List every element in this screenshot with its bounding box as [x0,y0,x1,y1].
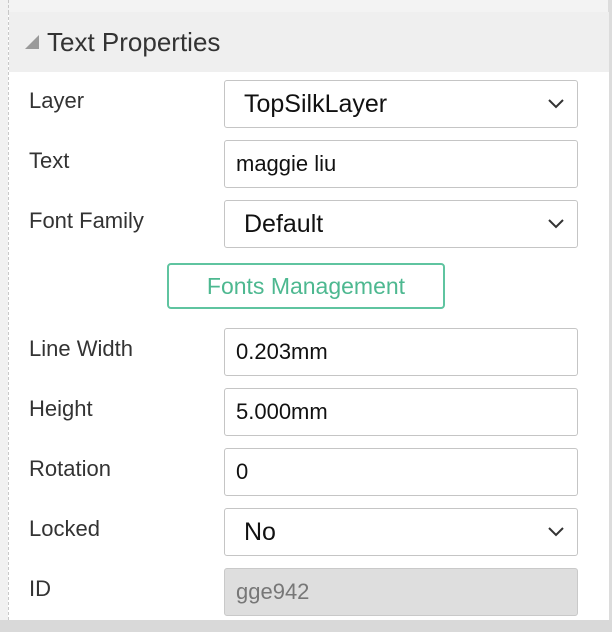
height-value: 5.000mm [236,399,328,424]
text-input[interactable]: maggie liu [224,140,578,188]
rotation-label: Rotation [29,456,111,481]
bottom-strip [0,620,612,632]
id-value: gge942 [236,579,310,604]
rotation-row: Rotation 0 [9,446,609,496]
text-label: Text [29,148,70,173]
panel-title: Text Properties [47,26,221,57]
locked-row: Locked No [9,506,609,556]
line-width-value: 0.203mm [236,339,328,364]
height-input[interactable]: 5.000mm [224,388,578,436]
text-value: maggie liu [236,151,337,176]
height-row: Height 5.000mm [9,386,609,436]
layer-value: TopSilkLayer [244,89,388,118]
layer-row: Layer TopSilkLayer [9,78,609,128]
text-properties-panel: Text Properties Layer TopSilkLayer Text … [8,12,609,620]
id-label: ID [29,576,51,601]
id-row: ID gge942 [9,566,609,616]
line-width-label: Line Width [29,336,133,361]
font-family-select[interactable]: Default [224,200,578,248]
rotation-input[interactable]: 0 [224,448,578,496]
locked-select[interactable]: No [224,508,578,556]
font-family-label: Font Family [29,208,144,233]
layer-select[interactable]: TopSilkLayer [224,80,578,128]
top-strip [0,0,612,12]
fonts-management-button[interactable]: Fonts Management [167,263,445,309]
font-family-value: Default [244,209,324,238]
height-label: Height [29,396,93,421]
chevron-down-icon [548,219,564,229]
line-width-input[interactable]: 0.203mm [224,328,578,376]
text-row: Text maggie liu [9,138,609,188]
id-input: gge942 [224,568,578,616]
chevron-down-icon [548,527,564,537]
rotation-value: 0 [236,459,249,484]
chevron-down-icon [548,99,564,109]
locked-value: No [244,517,276,546]
layer-label: Layer [29,88,85,113]
panel-header[interactable]: Text Properties [9,12,609,72]
collapse-triangle-icon[interactable] [25,35,39,49]
font-family-row: Font Family Default [9,198,609,248]
line-width-row: Line Width 0.203mm [9,326,609,376]
locked-label: Locked [29,516,100,541]
